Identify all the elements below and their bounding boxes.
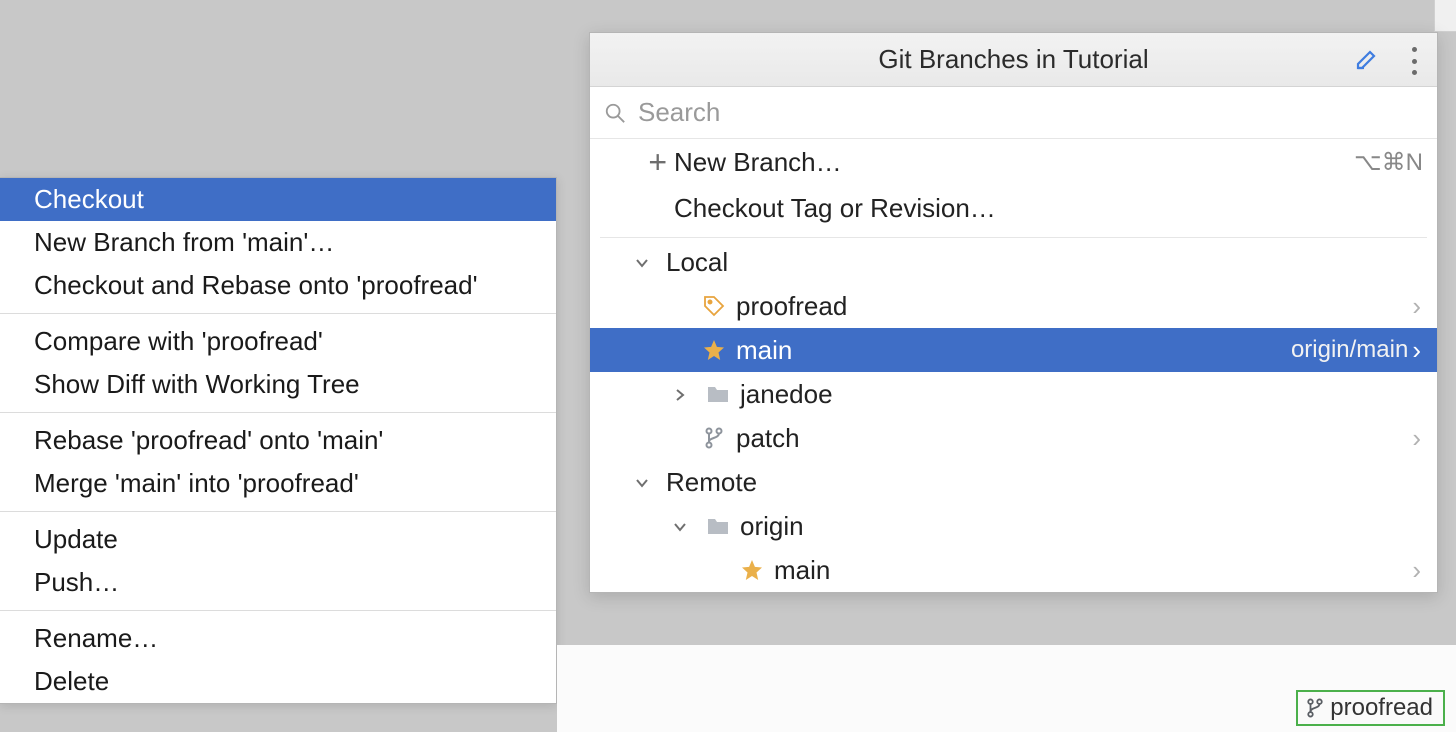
checkout-tag-label: Checkout Tag or Revision…: [674, 193, 1423, 224]
star-icon: [734, 558, 770, 582]
menu-item-new-branch-from[interactable]: New Branch from 'main'…: [0, 221, 556, 264]
branch-label: main: [732, 335, 1291, 366]
chevron-right-icon: ›: [1412, 335, 1421, 366]
remote-origin[interactable]: origin: [590, 504, 1437, 548]
search-row: [590, 87, 1437, 139]
chevron-right-icon: ›: [1412, 423, 1421, 454]
menu-item-update[interactable]: Update: [0, 518, 556, 561]
chevron-down-icon: [622, 247, 662, 278]
status-bar-branch[interactable]: proofread: [1296, 690, 1445, 726]
tree-section-local[interactable]: Local: [590, 240, 1437, 284]
remote-branch-origin-main[interactable]: main ›: [590, 548, 1437, 592]
menu-separator: [0, 412, 556, 413]
branch-folder-janedoe[interactable]: janedoe: [590, 372, 1437, 416]
new-branch-action[interactable]: + New Branch… ⌥⌘N: [590, 139, 1437, 185]
section-label: Local: [662, 247, 1421, 278]
menu-item-rebase-onto[interactable]: Rebase 'proofread' onto 'main': [0, 419, 556, 462]
popup-header: Git Branches in Tutorial: [590, 33, 1437, 87]
chevron-right-icon: ›: [1412, 555, 1421, 586]
chevron-down-icon: [660, 511, 700, 542]
folder-icon: [700, 384, 736, 404]
menu-item-checkout-rebase[interactable]: Checkout and Rebase onto 'proofread': [0, 264, 556, 307]
tree-section-remote[interactable]: Remote: [590, 460, 1437, 504]
section-label: Remote: [662, 467, 1421, 498]
checkout-tag-action[interactable]: Checkout Tag or Revision…: [590, 185, 1437, 231]
menu-item-compare-with[interactable]: Compare with 'proofread': [0, 320, 556, 363]
search-icon: [604, 102, 626, 124]
status-bar-branch-label: proofread: [1330, 694, 1433, 722]
tree-divider: [600, 237, 1427, 238]
star-icon: [696, 338, 732, 362]
tracking-branch-label: origin/main: [1291, 336, 1412, 364]
branch-context-menu: Checkout New Branch from 'main'… Checkou…: [0, 177, 557, 704]
branch-main[interactable]: main origin/main ›: [590, 328, 1437, 372]
scrollbar-hint: [1434, 0, 1456, 32]
branch-patch[interactable]: patch ›: [590, 416, 1437, 460]
chevron-right-icon: [660, 379, 700, 410]
menu-item-merge-into[interactable]: Merge 'main' into 'proofread': [0, 462, 556, 505]
new-branch-label: New Branch…: [674, 147, 1354, 178]
menu-item-rename[interactable]: Rename…: [0, 617, 556, 660]
branch-label: patch: [732, 423, 1412, 454]
menu-item-checkout[interactable]: Checkout: [0, 178, 556, 221]
search-input[interactable]: [638, 97, 1423, 128]
menu-item-show-diff[interactable]: Show Diff with Working Tree: [0, 363, 556, 406]
chevron-down-icon: [622, 467, 662, 498]
git-branches-popup: Git Branches in Tutorial + New Branch… ⌥…: [589, 32, 1438, 593]
chevron-right-icon: ›: [1412, 291, 1421, 322]
branch-label: proofread: [732, 291, 1412, 322]
branch-label: main: [770, 555, 1412, 586]
more-icon[interactable]: [1405, 47, 1423, 75]
menu-separator: [0, 313, 556, 314]
popup-title: Git Branches in Tutorial: [590, 44, 1437, 75]
edit-icon[interactable]: [1355, 47, 1379, 71]
new-branch-shortcut: ⌥⌘N: [1354, 148, 1423, 177]
branch-icon: [1306, 697, 1324, 719]
folder-label: janedoe: [736, 379, 1421, 410]
tag-icon: [696, 294, 732, 318]
branch-proofread[interactable]: proofread ›: [590, 284, 1437, 328]
menu-separator: [0, 511, 556, 512]
folder-label: origin: [736, 511, 1421, 542]
menu-item-delete[interactable]: Delete: [0, 660, 556, 703]
branch-icon: [696, 426, 732, 450]
plus-icon: +: [648, 146, 667, 178]
menu-item-push[interactable]: Push…: [0, 561, 556, 604]
folder-icon: [700, 516, 736, 536]
menu-separator: [0, 610, 556, 611]
